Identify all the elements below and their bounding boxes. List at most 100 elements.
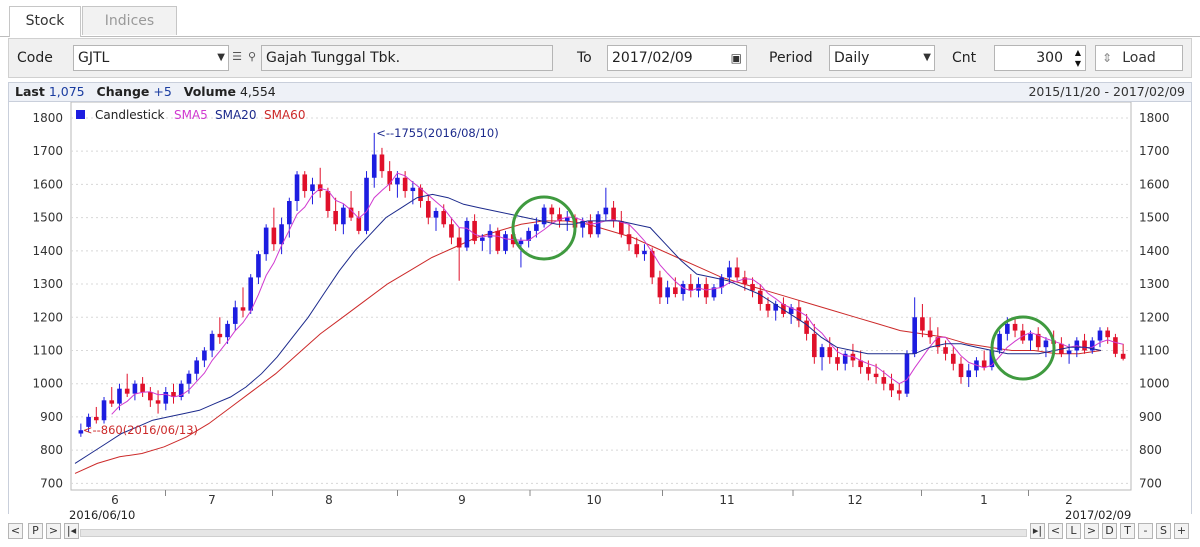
nav-d-button[interactable]: D	[1102, 523, 1117, 539]
x-tick-label: 2	[1065, 493, 1073, 507]
candle-body	[333, 210, 338, 225]
legend-sma20: SMA20	[215, 108, 256, 122]
to-date-input[interactable]: 2017/02/09 ▣	[607, 45, 747, 71]
tab-indices[interactable]: Indices	[82, 6, 177, 35]
candle-body	[232, 307, 238, 324]
grid	[70, 101, 1132, 491]
candle-body	[310, 184, 315, 192]
nav-prev-button[interactable]: <	[8, 523, 23, 539]
axes-layer: 700 700800 800900 9001000 10001100 11001200 12…	[32, 111, 1169, 507]
code-input[interactable]: GJTL ▼	[73, 45, 229, 71]
candle-body	[356, 217, 362, 231]
code-label: Code	[17, 50, 53, 66]
zoom-out-button[interactable]: -	[1138, 523, 1153, 539]
candle-body	[364, 177, 369, 231]
candle-body	[472, 220, 477, 241]
candle-body	[881, 377, 887, 384]
plot-area	[70, 101, 1132, 491]
candle-body	[456, 237, 462, 248]
chart-scrollbar[interactable]	[80, 529, 1027, 537]
candle-body	[1066, 350, 1072, 354]
nav-right-button[interactable]: >	[1084, 523, 1099, 539]
candle-body	[1120, 353, 1126, 359]
candle-body	[665, 287, 670, 298]
change-value: +5	[153, 84, 172, 99]
y-tick-label-right: 1300	[1139, 277, 1170, 291]
list-icon[interactable]: ☰	[229, 45, 245, 69]
chart-frame: 700 700 800 800 900 900 1000 1000 1100 1100 1200 12…	[8, 101, 1192, 514]
company-name-field: Gajah Tunggal Tbk.	[261, 45, 553, 71]
candle-body	[642, 250, 647, 255]
y-tick-label-right: 1000	[1139, 377, 1170, 391]
nav-s-button[interactable]: S	[1156, 523, 1171, 539]
candle-body	[325, 191, 331, 211]
candle-body	[124, 388, 130, 394]
candle-body	[1043, 340, 1049, 348]
period-select[interactable]: Daily ▼	[829, 45, 935, 71]
candle-body	[480, 237, 485, 241]
nav-end-button[interactable]: ▸|	[1030, 523, 1045, 539]
chevron-down-icon[interactable]: ▼	[217, 46, 225, 70]
candle-body	[240, 307, 246, 311]
y-tick-label-right: 900	[1139, 410, 1162, 424]
y-tick-label-left: 1000	[32, 377, 63, 391]
x-tick-label: 1	[980, 493, 988, 507]
nav-start-button[interactable]: |◂	[64, 523, 79, 539]
candle-body	[1105, 330, 1110, 338]
x-tick-label: 11	[719, 493, 734, 507]
candle-body	[1005, 323, 1010, 334]
load-button[interactable]: ⇕ Load	[1095, 45, 1183, 71]
candle-body	[595, 214, 601, 235]
y-tick-label-right: 1700	[1139, 144, 1170, 158]
x-tick-label: 12	[847, 493, 862, 507]
candlestick-chart[interactable]: 700 700800 800900 9001000 10001100 11001200 12…	[9, 101, 1191, 514]
candle-body	[966, 370, 972, 378]
nav-left-button[interactable]: <	[1048, 523, 1063, 539]
nav-t-button[interactable]: T	[1120, 523, 1135, 539]
candle-body	[958, 363, 964, 378]
chart-legend: Candlestick SMA5 SMA20 SMA60	[76, 108, 305, 122]
y-tick-label-left: 1500	[32, 211, 63, 225]
calendar-icon[interactable]: ▣	[731, 46, 742, 70]
y-tick-label-left: 1100	[32, 343, 63, 357]
candle-body	[757, 290, 763, 304]
candle-body	[410, 187, 416, 192]
y-tick-label-right: 1500	[1139, 211, 1170, 225]
search-icon[interactable]: ⚲	[244, 45, 260, 69]
candle-body	[217, 333, 223, 338]
candle-body	[263, 227, 269, 255]
nav-l-button[interactable]: L	[1066, 523, 1081, 539]
candle-body	[603, 207, 609, 215]
annotation-low: <--860(2016/06/13)	[83, 423, 198, 437]
candle-body	[449, 224, 454, 238]
candle-body	[997, 333, 1002, 351]
nav-next-button[interactable]: >	[46, 523, 61, 539]
candle-body	[109, 400, 115, 404]
cnt-stepper[interactable]: 300 ▲ ▼	[994, 45, 1086, 71]
nav-page-button[interactable]: P	[28, 523, 43, 539]
y-tick-label-right: 1600	[1139, 177, 1170, 191]
last-value: 1,075	[48, 84, 85, 99]
tab-stock[interactable]: Stock	[9, 6, 81, 37]
candle-body	[94, 416, 99, 421]
candle-body	[866, 367, 871, 374]
period-value: Daily	[834, 50, 870, 66]
candle-body	[101, 400, 107, 421]
candle-body	[804, 320, 809, 334]
candle-body	[634, 244, 640, 255]
candle-body	[379, 154, 385, 172]
candle-body	[441, 210, 447, 225]
refresh-icon: ⇕	[1102, 51, 1113, 65]
x-tick-label: 9	[458, 493, 466, 507]
candle-body	[1012, 323, 1018, 331]
candle-body	[117, 388, 122, 404]
stepper-arrows-icon[interactable]: ▲ ▼	[1075, 47, 1081, 69]
sma5-line	[111, 172, 1124, 415]
legend-candlestick: Candlestick	[95, 108, 165, 122]
chevron-down-icon[interactable]: ▼	[923, 46, 931, 70]
zoom-in-button[interactable]: +	[1174, 523, 1189, 539]
candle-body	[371, 154, 377, 178]
candle-body	[564, 217, 570, 221]
candle-body	[765, 303, 771, 311]
candle-body	[981, 360, 987, 368]
